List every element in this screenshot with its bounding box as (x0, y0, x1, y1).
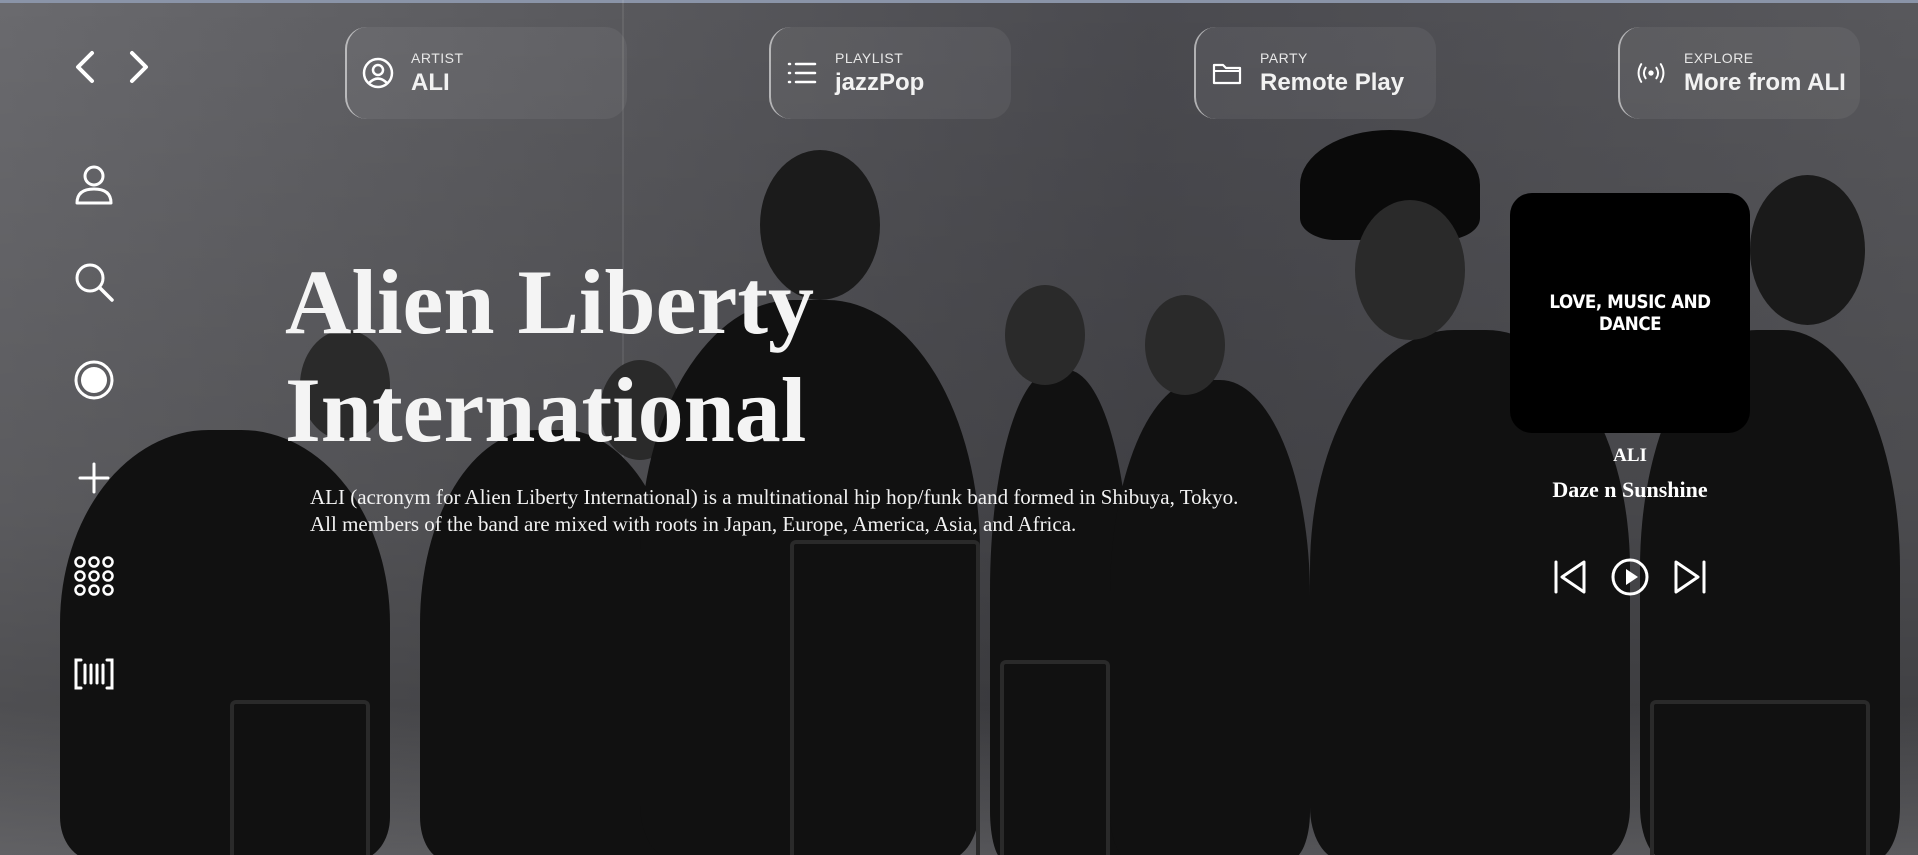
party-card-kicker: PARTY (1260, 49, 1308, 66)
chair (1650, 700, 1870, 855)
sidebar-item-profile[interactable] (70, 160, 118, 208)
artist-title: Alien Liberty International (285, 248, 885, 464)
explore-card[interactable]: EXPLORE More from ALI (1618, 27, 1860, 119)
explore-card-kicker: EXPLORE (1684, 49, 1754, 66)
search-icon (75, 263, 114, 302)
play-icon[interactable] (1610, 557, 1650, 597)
playlist-card-kicker: PLAYLIST (835, 49, 904, 66)
explore-card-value: More from ALI (1684, 68, 1846, 96)
now-playing-artist: ALI (1613, 445, 1647, 466)
sidebar-item-record[interactable] (70, 356, 118, 404)
playback-controls (1510, 557, 1750, 597)
band-member-head (1005, 285, 1085, 385)
chair (790, 540, 980, 855)
artist-card-kicker: ARTIST (411, 49, 464, 66)
chevron-right-icon[interactable] (124, 48, 154, 86)
record-icon (74, 360, 114, 400)
party-card-value: Remote Play (1260, 68, 1405, 96)
chevron-left-icon[interactable] (70, 48, 100, 86)
sidebar (70, 160, 118, 748)
artist-title-line1: Alien Liberty (285, 251, 814, 353)
folder-icon (1210, 56, 1244, 90)
user-circle-icon (361, 56, 395, 90)
sidebar-item-scan[interactable] (70, 650, 118, 698)
skip-back-icon[interactable] (1550, 557, 1590, 597)
skip-forward-icon[interactable] (1670, 557, 1710, 597)
broadcast-icon (1634, 56, 1668, 90)
now-playing-track: Daze n Sunshine (1552, 477, 1708, 502)
user-icon (75, 165, 113, 205)
barcode-icon (74, 658, 114, 690)
playlist-card[interactable]: PLAYLIST jazzPop (769, 27, 1011, 119)
chair (1000, 660, 1110, 855)
band-member-silhouette (1110, 380, 1310, 855)
grid-dots-icon (74, 556, 114, 596)
window-top-border (0, 0, 1918, 3)
artist-title-line2: International (285, 359, 807, 461)
band-member-head (1750, 175, 1865, 325)
plus-icon (78, 462, 110, 494)
artist-card-value: ALI (411, 68, 450, 96)
playlist-card-value: jazzPop (835, 68, 925, 96)
list-icon (785, 56, 819, 90)
sidebar-item-apps[interactable] (70, 552, 118, 600)
album-cover[interactable]: LOVE, MUSIC AND DANCE (1510, 193, 1750, 433)
artist-description: ALI (acronym for Alien Liberty Internati… (310, 485, 1239, 536)
party-card[interactable]: PARTY Remote Play (1194, 27, 1436, 119)
artist-card[interactable]: ARTIST ALI (345, 27, 627, 119)
history-navigation (70, 48, 154, 86)
sidebar-item-search[interactable] (70, 258, 118, 306)
album-cover-text: LOVE, MUSIC AND DANCE (1549, 291, 1711, 335)
band-member-head (1145, 295, 1225, 395)
band-member-head (1355, 200, 1465, 340)
chair (230, 700, 370, 855)
now-playing-panel: LOVE, MUSIC AND DANCE ALI Daze n Sunshin… (1510, 193, 1750, 597)
sidebar-item-add[interactable] (70, 454, 118, 502)
